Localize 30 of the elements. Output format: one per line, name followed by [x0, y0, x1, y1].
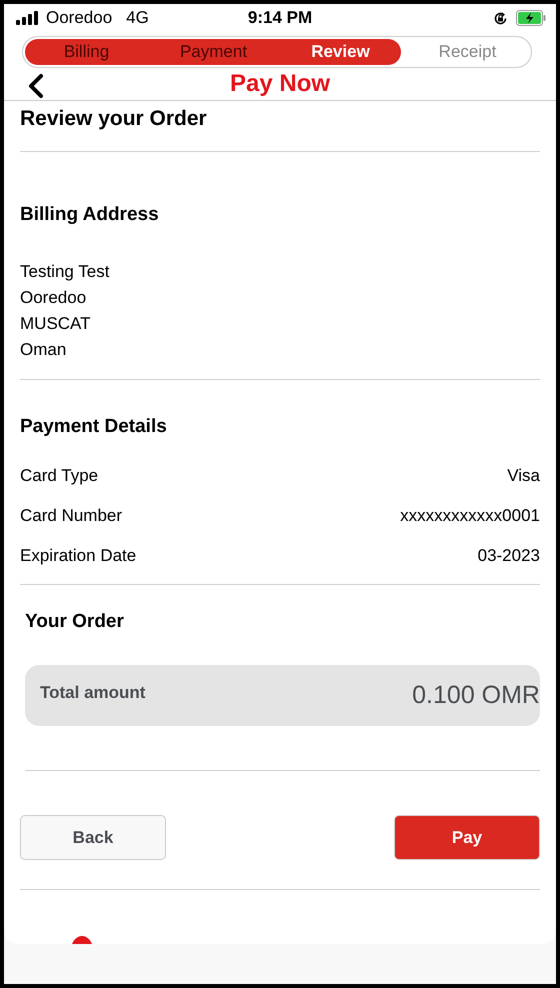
- logo-icon: [70, 936, 94, 944]
- status-time: 9:14 PM: [248, 8, 312, 28]
- step-tab[interactable]: Receipt: [404, 42, 531, 62]
- rotation-lock-icon: [493, 10, 508, 26]
- address-line: Testing Test: [20, 261, 110, 283]
- detail-value: 03-2023: [478, 546, 540, 566]
- address-line: Oman: [20, 339, 68, 361]
- step-tab[interactable]: Review: [277, 42, 404, 62]
- section-heading: Billing Address: [20, 203, 160, 227]
- detail-value: Visa: [507, 466, 540, 486]
- step-tab[interactable]: Payment: [150, 42, 277, 62]
- address-line: Ooredoo: [20, 287, 88, 309]
- total-amount: 0.100 OMR: [412, 681, 540, 710]
- pay-button[interactable]: Pay: [394, 815, 540, 860]
- network-type: 4G: [126, 8, 149, 28]
- address-line: MUSCAT: [20, 313, 92, 335]
- detail-label: Card Type: [20, 466, 98, 486]
- carrier-name: Ooredoo: [46, 8, 112, 28]
- section-heading: Payment Details: [20, 415, 168, 439]
- back-button[interactable]: Back: [20, 815, 166, 860]
- section-heading: Your Order: [25, 610, 125, 634]
- battery-icon: [516, 10, 546, 26]
- total-label: Total amount: [40, 682, 146, 702]
- detail-label: Card Number: [20, 506, 122, 526]
- header-title: Pay Now: [230, 70, 330, 98]
- signal-icon: [16, 11, 40, 25]
- page-title: Review your Order: [20, 106, 208, 132]
- step-tab[interactable]: Billing: [23, 42, 150, 62]
- detail-value: xxxxxxxxxxxx0001: [400, 506, 540, 526]
- detail-label: Expiration Date: [20, 546, 136, 566]
